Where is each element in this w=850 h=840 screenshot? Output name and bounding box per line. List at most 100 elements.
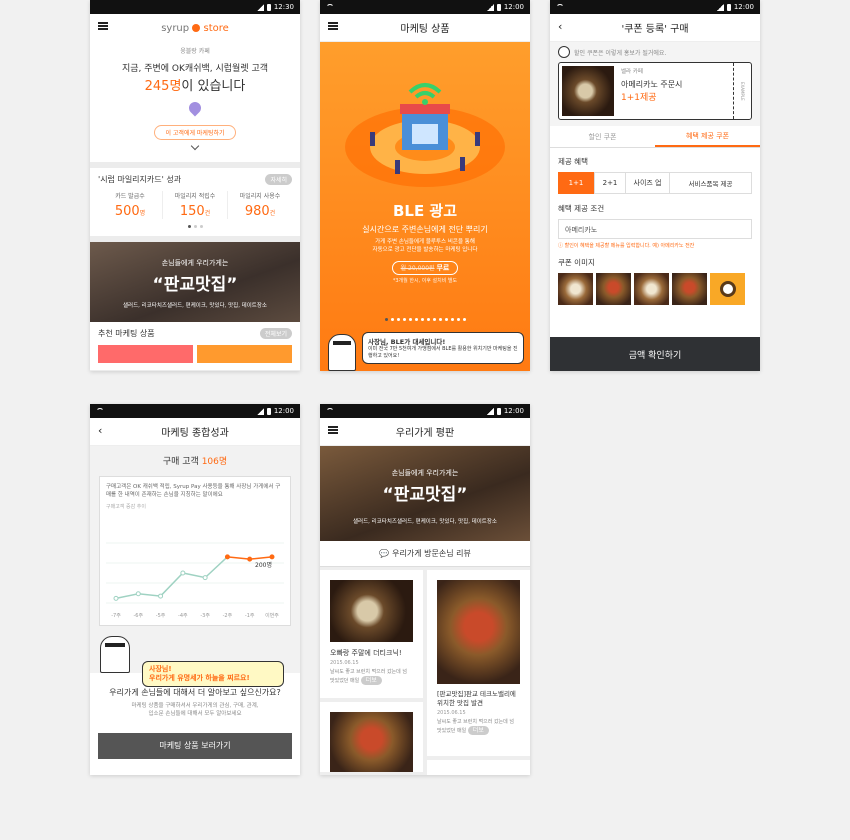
review-card[interactable]: 오빠랑 주말에 더티크닉! 2015.06.15 날씨도 좋고 브런치 먹으러 … [320,570,423,698]
status-time: 12:00 [503,3,524,11]
status-time: 12:30 [273,3,294,11]
coupon-preview: 벨라 카페 아메리카노 주문시 1+1제공 EXAMPLE [558,62,752,120]
benefit-options: 1+1 2+1 사이즈 업 서비스품목 제공 [558,172,752,194]
mascot-illustration [100,636,130,673]
condition-input[interactable]: 아메리카노 [558,219,752,239]
review-date: 2015.06.15 [437,709,466,716]
view-all-badge[interactable]: 전체보기 [259,328,292,339]
chart-x-tick-label: -2주 [223,613,233,619]
stat-mileage-earned: 마일리지 적립수 150건 [163,191,228,219]
ble-promo[interactable]: BLE 광고 실시간으로 주변손님에게 전단 뿌리기 가게 주변 손님들에게 블… [320,42,530,371]
reputation-banner: 손님들에게 우리가게는 “판교맛집” 샐러드, 리코타치즈샐러드, 편케이크, … [320,446,530,541]
headline-count-line: 245명이 있습니다 [144,79,246,94]
review-photo [437,580,520,684]
back-arrow-icon[interactable]: ‹ [98,424,102,437]
chart-data-label: 200명 [255,561,272,569]
image-option[interactable] [596,273,631,305]
app-bar: syrup store [90,14,300,42]
benefit-label: 제공 혜택 [558,157,588,166]
review-card[interactable] [427,760,530,775]
recommended-section: 추천 마케팅 상품 전체보기 [90,322,300,370]
chart-x-tick-label: 이번주 [265,612,279,619]
results-panel: 구매 고객 106명 구매고객은 OK 캐쉬백 적립, Syrup Pay 사용… [90,446,300,688]
tab-benefit-coupon[interactable]: 혜택 제공 쿠폰 [655,126,760,147]
option-size-up[interactable]: 사이즈 업 [626,172,670,194]
status-time: 12:00 [273,407,294,415]
chevron-down-icon[interactable] [190,141,200,151]
chart-x-tick-label: -3주 [200,613,210,619]
page-title: 우리가게 평판 [395,428,455,439]
page-dots [98,225,292,228]
confirm-price-button[interactable]: 금액 확인하기 [550,337,760,371]
coupon-image-picker [558,273,752,305]
banner-title: “판교맛집” [382,485,468,505]
page-title: '쿠폰 등록' 구매 [621,24,689,35]
chart-point [202,575,208,581]
view-marketing-products-button[interactable]: 마케팅 상품 보러가기 [98,732,292,759]
status-bar: 12:00 [90,404,300,418]
image-option[interactable] [634,273,669,305]
recommended-title: 추천 마케팅 상품 [98,329,155,338]
app-logo: syrup store [161,22,229,34]
coupon-preview-area: 할인 쿠폰은 이렇게 홍보가 될거에요. 벨라 카페 아메리카노 주문시 1+1… [550,42,760,126]
option-1plus1[interactable]: 1+1 [558,172,594,194]
location-pin-icon [186,99,204,117]
chart-point [247,556,253,562]
mileage-card-title: '시럽 마일리지카드' 성과 [98,175,182,184]
tab-discount-coupon[interactable]: 할인 쿠폰 [550,126,655,147]
market-to-customers-button[interactable]: 이 고객에게 마케팅하기 [154,125,236,140]
stats-row: 카드 발급수 500명 마일리지 적립수 150건 마일리지 사용수 980건 [98,191,292,219]
ble-title: BLE 광고 [392,202,458,220]
menu-icon[interactable] [328,22,338,30]
chart-x-tick-label: -1주 [245,613,255,619]
learn-more-question: 우리가게 손님들에 대해서 더 알아보고 싶으신가요? [109,688,281,697]
ble-desc: 가게 주변 손님들에게 블루투스 비콘을 통해 자동으로 광고 전단을 발송하는 … [372,239,478,254]
option-2plus1[interactable]: 2+1 [594,172,626,194]
review-photo [330,580,413,642]
buyers-count: 106명 [201,457,228,467]
details-badge[interactable]: 자세히 [265,174,292,185]
app-bar: 우리가게 평판 [320,418,530,446]
banner-subtitle: 손님들에게 우리가게는 [391,469,459,477]
status-bar: 12:00 [320,0,530,14]
option-service-item[interactable]: 서비스품목 제공 [670,172,752,194]
back-arrow-icon[interactable]: ‹ [558,20,562,33]
carousel-dots [320,318,530,321]
image-option[interactable] [558,273,593,305]
menu-icon[interactable] [328,426,338,434]
chart-card: 구매고객은 OK 캐쉬백 적립, Syrup Pay 사용등을 통해 사장님 가… [99,476,291,626]
chart-x-tick-label: -6주 [133,613,143,619]
status-bar: 12:30 [90,0,300,14]
image-option-selected[interactable] [710,273,745,305]
product-thumb[interactable] [98,345,193,363]
app-bar: ‹ 마케팅 종합성과 [90,418,300,446]
screen-marketing-products: 12:00 마케팅 상품 BLE 광고 실시간으로 주변손님에게 전단 뿌리기 … [320,0,530,371]
chart-caption: 구매고객 증감 추이 [106,503,146,510]
review-card[interactable] [320,702,423,772]
banner-tags: 샐러드, 리코타치즈샐러드, 편케이크, 맛있다, 맛집, 데이트장소 [123,303,267,309]
buyers-description: 구매고객은 OK 캐쉬백 적립, Syrup Pay 사용등을 통해 사장님 가… [106,484,281,499]
review-photo [330,712,413,772]
coupon-shop: 벨라 카페 [621,69,643,75]
image-option[interactable] [672,273,707,305]
status-bar: 12:00 [320,404,530,418]
coupon-offer: 1+1제공 [621,93,657,103]
chart-point [113,595,119,601]
mascot-illustration [328,334,356,371]
chart-point [180,570,186,576]
menu-icon[interactable] [98,22,108,30]
status-bar: 12:00 [550,0,760,14]
coupon-image [562,66,614,116]
reputation-banner[interactable]: 손님들에게 우리가게는 “판교맛집” 샐러드, 리코타치즈샐러드, 편케이크, … [90,242,300,322]
coupon-stub: EXAMPLE [733,63,751,119]
hero-section: 웅블랑 카페 지금, 주변에 OK캐쉬백, 시럽월렛 고객 245명이 있습니다… [90,42,300,162]
avatar-icon [558,46,570,58]
review-text: 날씨도 좋고 브런치 먹으러 갔는데 넘 맛있었던 매일 더보 [330,669,407,685]
image-label: 쿠폰 이미지 [558,258,595,267]
ble-store-illustration [345,83,505,187]
chart-point [224,554,230,560]
speech-bubble: 사장님, BLE가 대세입니다! 이미 전국 7만 5천여개 가맹점에서 BLE… [362,332,524,364]
review-card[interactable]: [판교맛집]판교 테크노밸리에 위치한 맛집 발견 2015.06.15 날씨도… [427,570,530,756]
review-title: [판교맛집]판교 테크노밸리에 위치한 맛집 발견 [437,690,516,707]
product-thumb[interactable] [197,345,292,363]
